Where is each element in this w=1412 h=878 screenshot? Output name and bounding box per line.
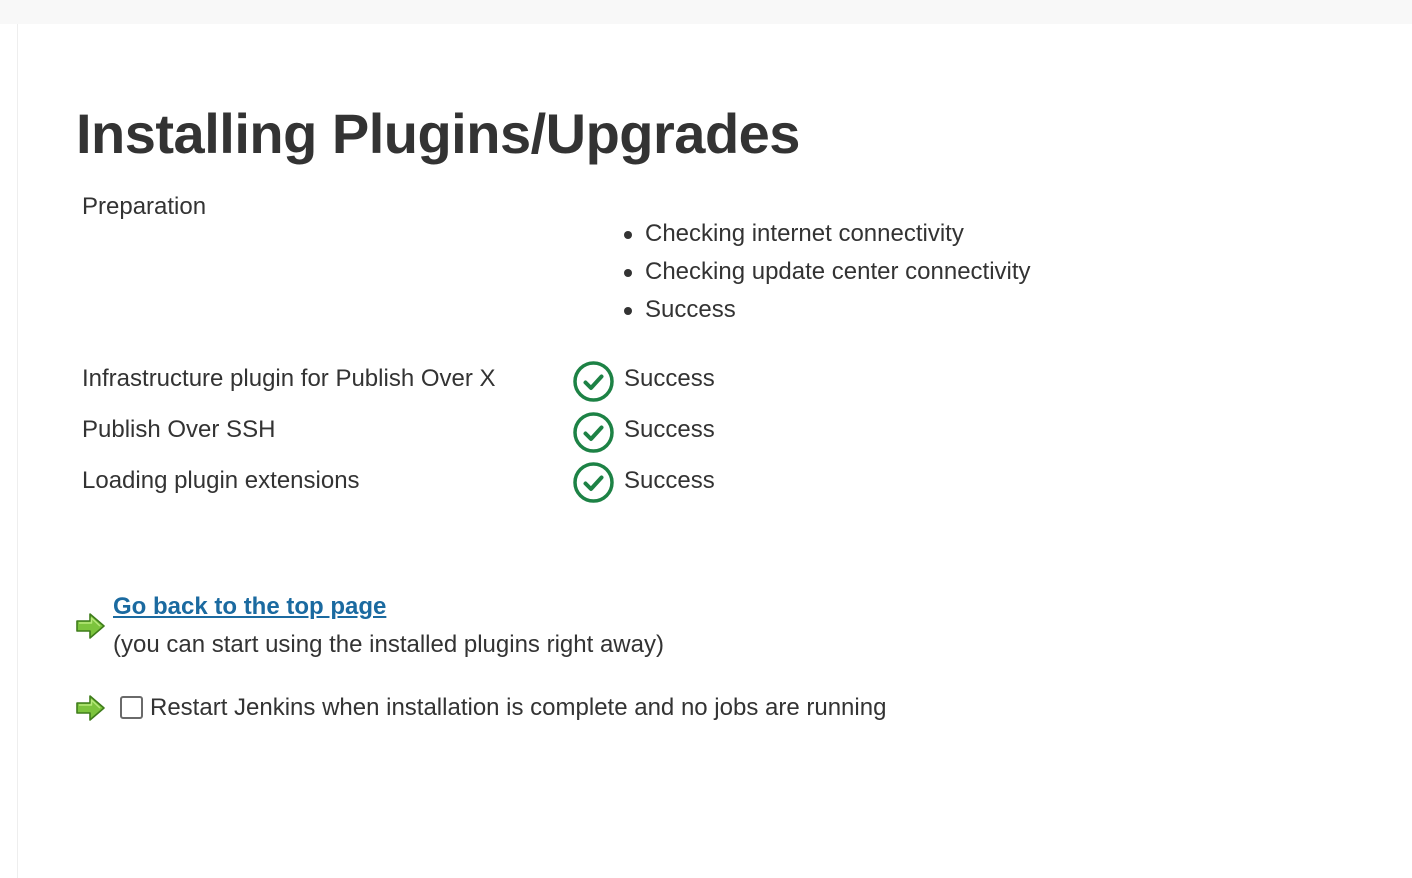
success-check-icon: [573, 412, 614, 453]
side-panel-edge: [0, 24, 18, 878]
back-hint-text: (you can start using the installed plugi…: [113, 631, 664, 658]
success-check-icon: [573, 361, 614, 402]
green-right-arrow-icon: [76, 613, 105, 639]
preparation-label: Preparation: [82, 193, 207, 220]
green-right-arrow-icon: [76, 695, 105, 721]
job-status: Success: [624, 467, 715, 494]
top-bar: [0, 0, 1412, 24]
preparation-step: Checking update center connectivity: [624, 253, 1031, 291]
job-name: Publish Over SSH: [82, 416, 276, 443]
preparation-steps-list: Checking internet connectivity Checking …: [624, 215, 1031, 329]
job-status: Success: [624, 365, 715, 392]
success-check-icon: [573, 462, 614, 503]
job-name: Loading plugin extensions: [82, 467, 360, 494]
job-status: Success: [624, 416, 715, 443]
restart-jenkins-checkbox[interactable]: [120, 696, 143, 719]
go-back-top-page-link[interactable]: Go back to the top page: [113, 591, 386, 623]
page-title: Installing Plugins/Upgrades: [76, 102, 800, 165]
preparation-step: Checking internet connectivity: [624, 215, 1031, 253]
restart-jenkins-label[interactable]: Restart Jenkins when installation is com…: [150, 692, 886, 724]
preparation-step: Success: [624, 291, 1031, 329]
job-name: Infrastructure plugin for Publish Over X: [82, 365, 496, 392]
